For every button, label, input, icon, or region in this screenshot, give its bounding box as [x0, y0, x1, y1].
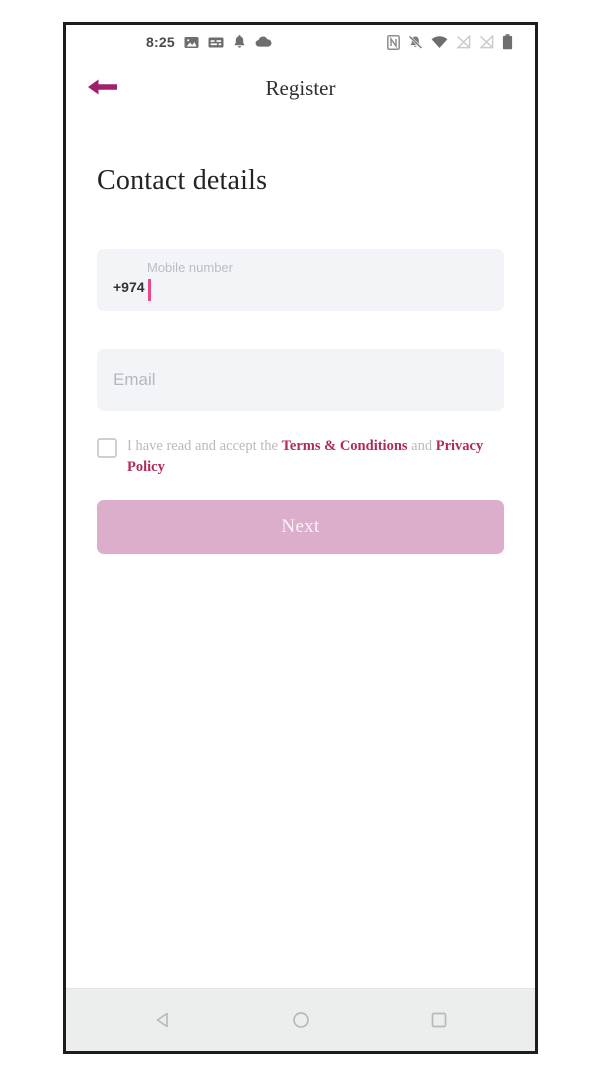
nav-back-icon — [153, 1010, 173, 1030]
mobile-number-field[interactable]: +974 Mobile number — [97, 249, 504, 311]
signal-off-icon — [456, 35, 471, 49]
status-bar: 8:25 — [66, 25, 535, 59]
nfc-icon — [387, 34, 400, 50]
terms-and-conditions-link[interactable]: Terms & Conditions — [282, 438, 408, 454]
wifi-icon — [431, 35, 448, 49]
nav-recents-button[interactable] — [418, 999, 460, 1041]
back-button[interactable] — [82, 68, 122, 108]
text-cursor — [148, 279, 151, 301]
mobile-number-label: Mobile number — [147, 260, 233, 275]
status-bar-left: 8:25 — [146, 34, 272, 50]
section-heading: Contact details — [97, 165, 268, 196]
status-bar-right — [387, 34, 513, 50]
content-area: Contact details +974 Mobile number Email… — [66, 117, 535, 988]
terms-text: I have read and accept the Terms & Condi… — [127, 436, 504, 477]
email-field[interactable]: Email — [97, 349, 504, 411]
signal-off-2-icon — [479, 35, 494, 49]
bell-muted-icon — [408, 34, 423, 50]
email-placeholder: Email — [113, 370, 156, 389]
nav-home-icon — [291, 1010, 311, 1030]
terms-conjunction: and — [407, 438, 436, 454]
app-bar: Register — [66, 59, 535, 117]
status-clock: 8:25 — [146, 34, 175, 50]
nav-home-button[interactable] — [280, 999, 322, 1041]
battery-icon — [502, 34, 513, 50]
country-code-label: +974 — [113, 279, 145, 295]
nav-back-button[interactable] — [142, 999, 184, 1041]
android-nav-bar — [66, 988, 535, 1051]
page-title: Register — [265, 75, 336, 100]
terms-checkbox[interactable] — [97, 438, 117, 458]
subtitles-icon — [208, 35, 224, 50]
next-button[interactable]: Next — [97, 500, 504, 555]
terms-prefix: I have read and accept the — [127, 438, 282, 454]
cloud-icon — [255, 36, 272, 49]
nav-recents-icon — [429, 1010, 449, 1030]
terms-row: I have read and accept the Terms & Condi… — [97, 436, 504, 477]
image-icon — [184, 35, 199, 50]
back-arrow-icon — [86, 76, 120, 101]
bell-icon — [233, 34, 246, 50]
device-frame: 8:25 Register Contact details +974 Mobil… — [63, 22, 538, 1054]
